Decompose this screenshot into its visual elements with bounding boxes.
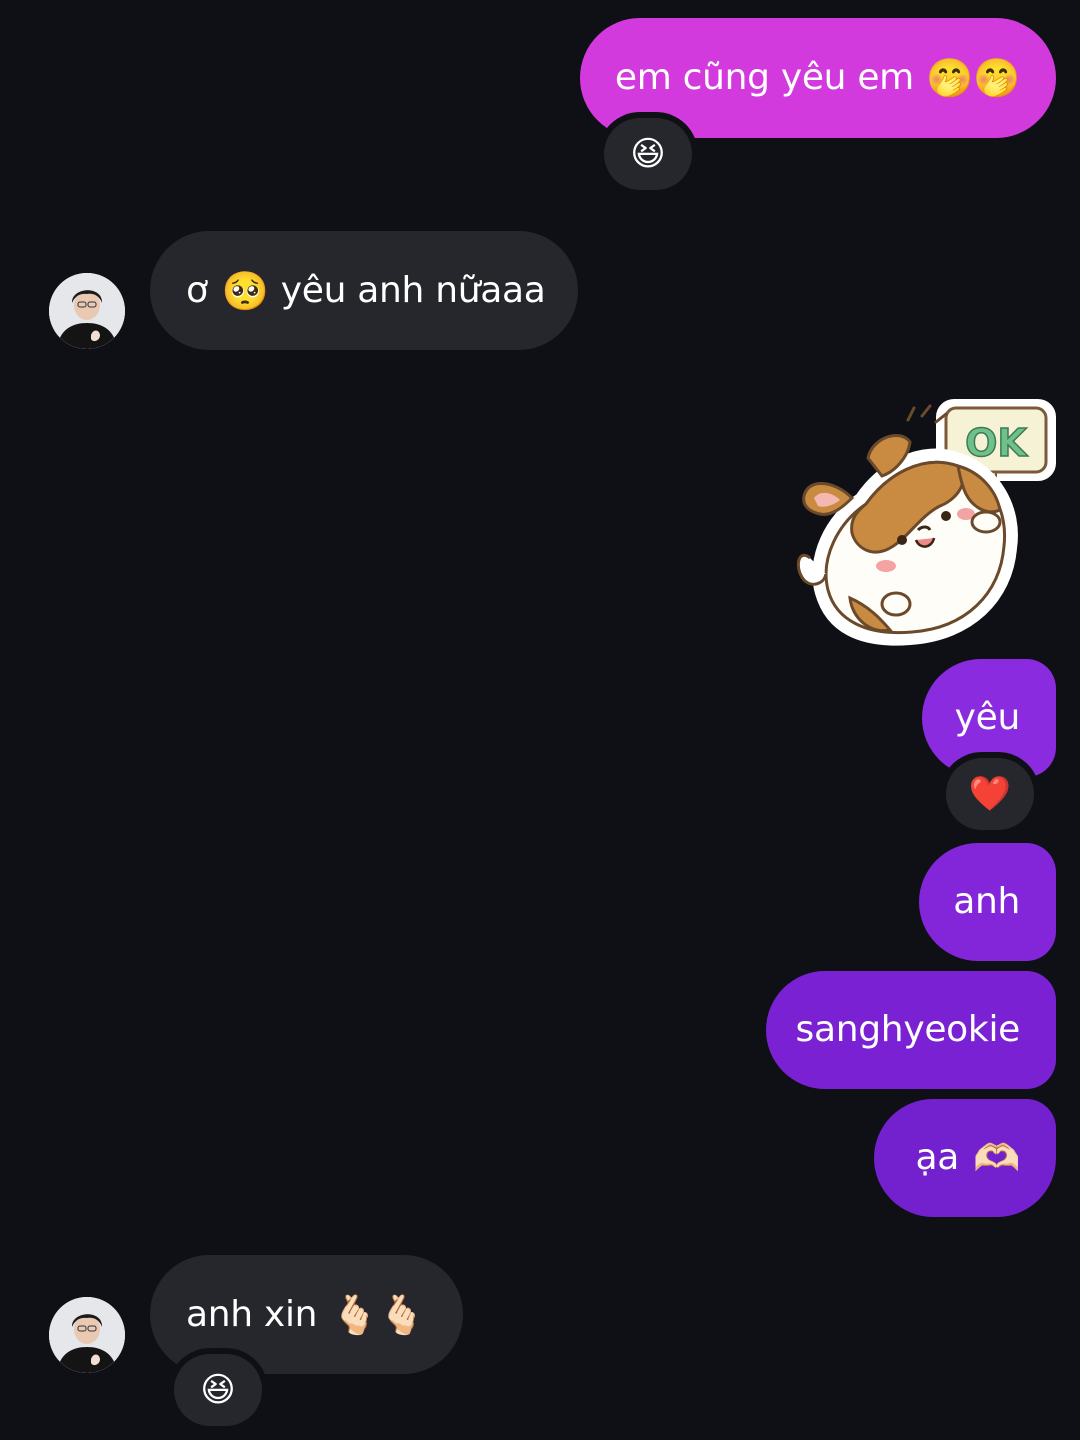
message-bubble-sent-4[interactable]: sanghyeokie — [766, 971, 1056, 1089]
laughing-emoji-icon: 😆 — [200, 1370, 236, 1410]
message-bubble-sent-3[interactable]: anh — [919, 843, 1056, 961]
emoji-hand-over-mouth: 🤭🤭 — [925, 56, 1020, 100]
message-text: yêu — [954, 697, 1021, 738]
reaction-badge-3[interactable]: 😆 — [174, 1354, 262, 1426]
contact-avatar[interactable] — [49, 1297, 125, 1373]
message-bubble-sent-5[interactable]: ạa 🫶🏻 — [874, 1099, 1056, 1217]
reaction-badge-2[interactable]: ❤️ — [946, 758, 1034, 830]
message-text: anh xin — [186, 1293, 318, 1335]
message-text: sanghyeokie — [795, 1009, 1021, 1050]
reaction-badge-1[interactable]: 😆 — [604, 118, 692, 190]
message-text: anh — [953, 881, 1020, 922]
message-bubble-received-1[interactable]: ơ 🥺 yêu anh nữaaa — [150, 231, 578, 350]
sticker-ok-text: OK — [965, 421, 1028, 465]
avatar-photo-icon — [49, 1297, 125, 1373]
laughing-emoji-icon: 😆 — [630, 134, 666, 174]
message-text: yêu anh nữaaa — [280, 269, 546, 311]
red-heart-icon: ❤️ — [968, 774, 1012, 814]
pleading-face-emoji: 🥺 — [221, 268, 269, 313]
message-prefix-text: ơ — [186, 269, 208, 311]
finger-heart-emoji: 🫰🏻🫰🏻 — [331, 1292, 426, 1337]
corgi-sticker-icon: OK — [796, 399, 1056, 646]
message-text: ạa — [915, 1137, 959, 1178]
heart-hands-emoji: 🫶🏻 — [972, 1136, 1020, 1180]
avatar-photo-icon — [49, 273, 125, 349]
corgi-ok-sticker[interactable]: OK — [790, 398, 1060, 652]
message-text: em cũng yêu em — [614, 57, 914, 98]
contact-avatar[interactable] — [49, 273, 125, 349]
